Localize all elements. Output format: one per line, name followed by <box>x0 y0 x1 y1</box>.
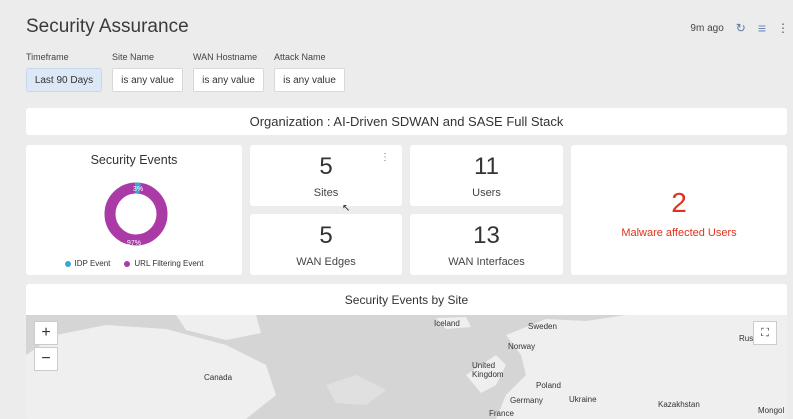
world-map[interactable]: Iceland Sweden Norway Canada United King… <box>26 315 787 419</box>
legend-label: IDP Event <box>74 259 111 268</box>
filter-label: Site Name <box>112 52 155 62</box>
map-label: Sweden <box>528 322 557 331</box>
filter-icon[interactable]: ≡ <box>758 20 766 36</box>
chart-legend: IDP Event URL Filtering Event <box>26 259 242 268</box>
slice-url-filtering[interactable] <box>104 182 168 246</box>
filter-label: Attack Name <box>274 52 326 62</box>
map-label: Mongol <box>758 406 785 415</box>
page-title: Security Assurance <box>26 16 189 37</box>
land-north-america <box>26 325 276 419</box>
filter-timeframe: Timeframe Last 90 Days <box>26 52 102 92</box>
more-vert-icon[interactable]: ⋮ <box>380 152 390 163</box>
users-label: Users <box>472 187 501 199</box>
users-card[interactable]: 11 Users <box>410 145 563 206</box>
map-label: Iceland <box>434 319 460 328</box>
security-events-card[interactable]: Security Events 3% 97% IDP Event URL Fil… <box>26 145 242 275</box>
slice-label-idp: 3% <box>133 186 143 193</box>
wan-edges-card[interactable]: 5 WAN Edges <box>250 214 402 275</box>
wan-edges-label: WAN Edges <box>296 256 356 268</box>
wan-interfaces-card[interactable]: 13 WAN Interfaces <box>410 214 563 275</box>
last-updated-text: 9m ago <box>690 22 724 34</box>
security-events-by-site-card: Security Events by Site Iceland Sweden N… <box>26 284 787 419</box>
wan-interfaces-label: WAN Interfaces <box>448 256 525 268</box>
legend-dot <box>64 260 71 267</box>
filter-label: Timeframe <box>26 52 69 62</box>
organization-banner: Organization : AI-Driven SDWAN and SASE … <box>26 108 787 135</box>
sites-card[interactable]: 5 Sites ⋮ <box>250 145 402 206</box>
legend-item-url-filtering[interactable]: URL Filtering Event <box>124 259 203 268</box>
card-title: Security Events <box>90 153 178 167</box>
filter-site-name: Site Name is any value <box>112 52 183 92</box>
attack-name-select[interactable]: is any value <box>274 68 345 92</box>
map-label: Poland <box>536 381 561 390</box>
sites-label: Sites <box>313 187 339 199</box>
map-label: Germany <box>510 396 543 405</box>
more-vert-icon[interactable]: ⋮ <box>777 21 789 35</box>
site-name-select[interactable]: is any value <box>112 68 183 92</box>
header-actions: 9m ago ↻ ≡ ⋮ <box>690 20 789 36</box>
malware-card[interactable]: 2 Malware affected Users <box>571 145 787 275</box>
map-label: Norway <box>508 342 536 351</box>
security-events-donut[interactable]: 3% 97% <box>102 180 170 248</box>
wan-edges-count: 5 <box>319 222 333 249</box>
top-bar: Security Assurance 9m ago ↻ ≡ ⋮ <box>12 8 793 38</box>
wan-interfaces-count: 13 <box>473 222 500 249</box>
legend-label: URL Filtering Event <box>134 259 204 268</box>
legend-dot <box>124 260 131 267</box>
fullscreen-icon[interactable]: ⛶ <box>753 321 777 345</box>
map-title: Security Events by Site <box>344 293 469 307</box>
map-label: Rus <box>739 334 754 343</box>
zoom-in-button[interactable]: + <box>34 321 58 345</box>
malware-count: 2 <box>671 187 687 218</box>
map-label: France <box>489 409 514 418</box>
malware-label: Malware affected Users <box>621 227 737 239</box>
wan-hostname-select[interactable]: is any value <box>193 68 264 92</box>
land-faint <box>326 375 386 405</box>
map-label: United Kingdom <box>472 361 504 379</box>
filter-attack-name: Attack Name is any value <box>274 52 345 92</box>
timeframe-select[interactable]: Last 90 Days <box>26 68 102 92</box>
users-count: 11 <box>474 153 499 180</box>
legend-item-idp[interactable]: IDP Event <box>64 259 111 268</box>
filter-label: WAN Hostname <box>193 52 258 62</box>
filter-bar: Timeframe Last 90 Days Site Name is any … <box>26 52 345 92</box>
map-label: Kazakhstan <box>658 400 700 409</box>
refresh-icon[interactable]: ↻ <box>736 21 746 35</box>
mouse-cursor-icon: ↖ <box>342 203 351 214</box>
filter-wan-hostname: WAN Hostname is any value <box>193 52 264 92</box>
map-label: Canada <box>204 373 233 382</box>
slice-label-url: 97% <box>127 240 141 247</box>
map-label: Ukraine <box>569 395 597 404</box>
zoom-out-button[interactable]: − <box>34 347 58 371</box>
